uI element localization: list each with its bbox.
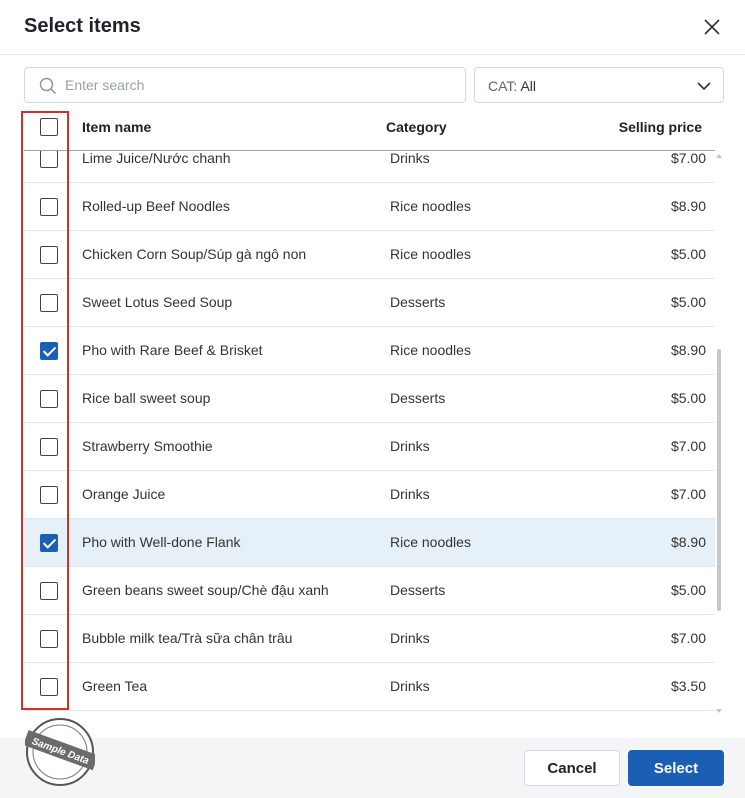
row-item-name: Orange Juice bbox=[82, 486, 166, 502]
category-filter-select[interactable]: CAT: All bbox=[474, 67, 724, 103]
row-selling-price: $5.00 bbox=[670, 246, 706, 262]
close-button[interactable] bbox=[701, 16, 723, 38]
row-checkbox[interactable] bbox=[40, 678, 58, 696]
table-row[interactable]: Bubble milk tea/Trà sữa chân trâu Drinks $… bbox=[24, 615, 715, 663]
row-category: Desserts bbox=[390, 294, 446, 310]
row-checkbox[interactable] bbox=[40, 342, 58, 360]
row-selling-price: $8.90 bbox=[670, 534, 706, 550]
row-category: Rice noodles bbox=[390, 534, 471, 550]
table-row[interactable]: Sweet Lotus Seed Soup Desserts $5.00 bbox=[24, 279, 715, 327]
close-icon bbox=[704, 19, 720, 35]
row-checkbox[interactable] bbox=[40, 534, 58, 552]
row-selling-price: $8.90 bbox=[670, 342, 706, 358]
row-category: Rice noodles bbox=[390, 246, 471, 262]
table-header: Item name Category Selling price bbox=[24, 103, 715, 151]
dialog-footer: Cancel Select bbox=[0, 738, 745, 798]
row-selling-price: $5.00 bbox=[670, 582, 706, 598]
scrollbar-thumb[interactable] bbox=[717, 349, 721, 611]
row-category: Drinks bbox=[390, 486, 430, 502]
row-item-name: Bubble milk tea/Trà sữa chân trâu bbox=[82, 630, 293, 646]
row-item-name: Green beans sweet soup/Chè đậu xanh bbox=[82, 582, 329, 598]
row-category: Desserts bbox=[390, 390, 446, 406]
category-filter-value: All bbox=[520, 78, 536, 94]
select-all-checkbox[interactable] bbox=[40, 118, 58, 136]
table-row[interactable]: Pho with Well-done Flank Rice noodles $8.9… bbox=[24, 519, 715, 567]
row-selling-price: $3.50 bbox=[670, 678, 706, 694]
table-row[interactable]: Chicken Corn Soup/Súp gà ngô non Rice noo… bbox=[24, 231, 715, 279]
row-item-name: Lime Juice/Nước chanh bbox=[82, 151, 231, 166]
table-row[interactable]: Rolled-up Beef Noodles Rice noodles $8.90 bbox=[24, 183, 715, 231]
row-category: Drinks bbox=[390, 678, 430, 694]
row-selling-price: $8.90 bbox=[670, 198, 706, 214]
row-item-name: Sweet Lotus Seed Soup bbox=[82, 294, 233, 310]
column-header-item-name: Item name bbox=[82, 119, 152, 135]
items-table-body: Lime Juice/Nước chanh Drinks $7.00 Rolled-u… bbox=[24, 151, 715, 711]
row-selling-price: $7.00 bbox=[670, 486, 706, 502]
row-checkbox[interactable] bbox=[40, 294, 58, 312]
chevron-down-icon bbox=[697, 82, 711, 91]
row-item-name: Green Tea bbox=[82, 678, 148, 694]
row-checkbox[interactable] bbox=[40, 246, 58, 264]
row-checkbox[interactable] bbox=[40, 582, 58, 600]
row-selling-price: $5.00 bbox=[670, 294, 706, 310]
row-item-name: Rice ball sweet soup bbox=[82, 390, 211, 406]
row-checkbox[interactable] bbox=[40, 486, 58, 504]
search-input[interactable] bbox=[65, 69, 455, 101]
select-button[interactable]: Select bbox=[628, 750, 724, 786]
row-category: Drinks bbox=[390, 151, 430, 166]
row-checkbox[interactable] bbox=[40, 390, 58, 408]
row-checkbox[interactable] bbox=[40, 198, 58, 216]
category-filter-text: CAT: All bbox=[488, 78, 536, 94]
search-icon bbox=[39, 77, 56, 94]
dialog-header: Select items bbox=[0, 0, 745, 55]
select-items-dialog: Select items CAT: All Item name Category… bbox=[0, 0, 745, 798]
row-checkbox[interactable] bbox=[40, 151, 58, 168]
column-header-selling-price: Selling price bbox=[618, 119, 702, 135]
table-row[interactable]: Lime Juice/Nước chanh Drinks $7.00 bbox=[24, 151, 715, 183]
search-field[interactable] bbox=[24, 67, 466, 103]
scroll-up-arrow-icon[interactable] bbox=[716, 154, 722, 158]
category-filter-prefix: CAT: bbox=[488, 78, 518, 94]
row-item-name: Pho with Rare Beef & Brisket bbox=[82, 342, 263, 358]
row-checkbox[interactable] bbox=[40, 630, 58, 648]
row-category: Rice noodles bbox=[390, 198, 471, 214]
row-category: Drinks bbox=[390, 438, 430, 454]
row-selling-price: $7.00 bbox=[670, 438, 706, 454]
scrollbar[interactable] bbox=[714, 151, 724, 713]
table-row[interactable]: Pho with Rare Beef & Brisket Rice noodles… bbox=[24, 327, 715, 375]
row-category: Desserts bbox=[390, 582, 446, 598]
table-row[interactable]: Strawberry Smoothie Drinks $7.00 bbox=[24, 423, 715, 471]
scroll-down-arrow-icon[interactable] bbox=[716, 709, 722, 713]
table-row[interactable]: Green beans sweet soup/Chè đậu xanh Desse… bbox=[24, 567, 715, 615]
row-selling-price: $7.00 bbox=[670, 151, 706, 166]
row-selling-price: $7.00 bbox=[670, 630, 706, 646]
dialog-title: Select items bbox=[24, 15, 141, 37]
row-selling-price: $5.00 bbox=[670, 390, 706, 406]
cancel-button[interactable]: Cancel bbox=[524, 750, 620, 786]
table-row[interactable]: Orange Juice Drinks $7.00 bbox=[24, 471, 715, 519]
table-row[interactable]: Green Tea Drinks $3.50 bbox=[24, 663, 715, 711]
row-category: Rice noodles bbox=[390, 342, 471, 358]
row-checkbox[interactable] bbox=[40, 438, 58, 456]
column-header-category: Category bbox=[386, 119, 447, 135]
row-item-name: Strawberry Smoothie bbox=[82, 438, 213, 454]
row-item-name: Chicken Corn Soup/Súp gà ngô non bbox=[82, 246, 307, 262]
row-category: Drinks bbox=[390, 630, 430, 646]
row-item-name: Pho with Well-done Flank bbox=[82, 534, 241, 550]
row-item-name: Rolled-up Beef Noodles bbox=[82, 198, 230, 214]
table-row[interactable]: Rice ball sweet soup Desserts $5.00 bbox=[24, 375, 715, 423]
sample-data-stamp: Sample Data bbox=[25, 718, 95, 786]
